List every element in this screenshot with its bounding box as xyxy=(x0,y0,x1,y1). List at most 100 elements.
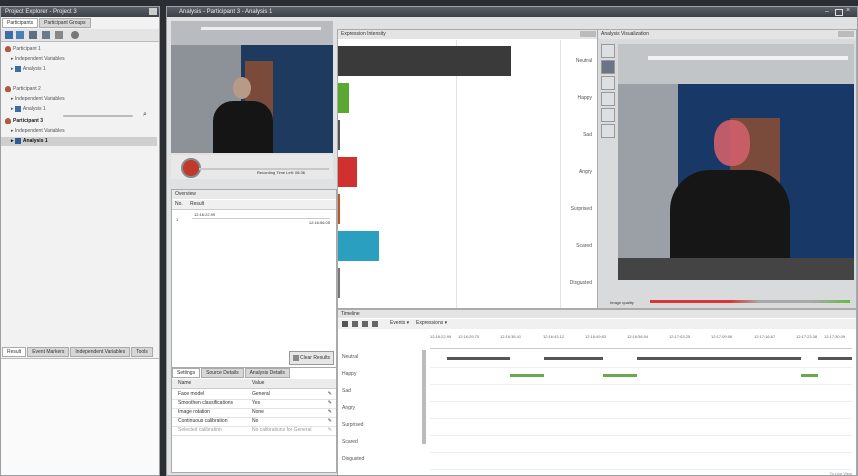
settings-icon[interactable] xyxy=(71,31,79,39)
tree-item-analysis-3[interactable]: ▸ Analysis 1 xyxy=(1,137,157,146)
table-row[interactable]: 1 12:16:22.99 12:16:56.05 xyxy=(172,212,336,230)
tree-item-variables-3[interactable]: ▸ Independent Variables xyxy=(1,127,157,136)
tab-tools[interactable]: Tools xyxy=(131,347,153,357)
timeline-row-label-angry: Angry xyxy=(342,405,356,411)
export-icon[interactable] xyxy=(42,31,50,39)
tree-item-variables-1[interactable]: ▸ Independent Variables xyxy=(1,55,157,64)
timeline-segment[interactable] xyxy=(446,357,511,360)
image-quality-label: Image quality xyxy=(610,300,634,305)
timeline-scrollbar[interactable] xyxy=(422,350,426,444)
clear-results-button[interactable]: Clear Results xyxy=(288,351,334,365)
expression-label-sad: Sad xyxy=(583,132,592,138)
expressions-menu[interactable]: Expressions ▾ xyxy=(416,320,447,326)
ceiling-light xyxy=(648,56,848,60)
explorer-tabs: Participants Participant Groups xyxy=(2,18,92,28)
visualization-video xyxy=(618,44,854,280)
ceiling-light xyxy=(201,27,321,30)
timeline-track[interactable] xyxy=(430,367,852,385)
tree-item-variables-2[interactable]: ▸ Independent Variables xyxy=(1,95,157,104)
timeline-track[interactable] xyxy=(430,418,852,436)
clear-icon xyxy=(292,354,299,361)
timeline-rows: Neutral Happy Sad Angry Surprised Scared Disgu… xyxy=(338,350,852,472)
timeline-toolbar: Events ▾ Expressions ▾ xyxy=(338,319,856,329)
timeline-track[interactable] xyxy=(430,384,852,402)
tree-item-participant-1[interactable]: Participant 1 xyxy=(1,45,159,54)
timeline-segment[interactable] xyxy=(510,374,544,377)
expression-label-neutral: Neutral xyxy=(575,58,592,64)
recording-progress xyxy=(199,168,329,170)
edit-pencil-icon[interactable]: ✎ xyxy=(328,426,332,435)
tab-event-markers[interactable]: Event Markers xyxy=(27,347,70,357)
timeline-tick: 12:16:56.54 xyxy=(627,334,649,339)
timeline-track[interactable] xyxy=(430,435,852,453)
image-quality-bar xyxy=(650,300,850,303)
edit-pencil-icon[interactable]: ✎ xyxy=(328,399,332,408)
tab-settings[interactable]: Settings xyxy=(172,368,201,378)
timeline-track[interactable] xyxy=(430,452,852,470)
edit-pencil-icon[interactable]: ✎ xyxy=(328,390,332,399)
edit-pencil-icon[interactable]: ✎ xyxy=(328,408,332,417)
delete-icon[interactable] xyxy=(55,31,63,39)
expression-label-scared: Scared xyxy=(576,243,592,249)
panel-controls-icon[interactable] xyxy=(838,31,854,37)
timeline-track[interactable] xyxy=(430,401,852,419)
timeline-tick: 12:17:16.67 xyxy=(754,334,776,339)
expression-label-surprised: Surprised xyxy=(570,206,592,212)
options-tool-icon[interactable] xyxy=(601,124,615,138)
zoom-in-icon[interactable] xyxy=(352,321,358,327)
row-result: 12:16:22.99 xyxy=(194,212,216,217)
timeline-segment[interactable] xyxy=(603,374,637,377)
save-icon[interactable] xyxy=(342,321,348,327)
expression-bar-happy xyxy=(338,83,349,113)
face-mesh xyxy=(714,120,750,166)
record-button[interactable] xyxy=(181,158,201,178)
add-participant-icon[interactable] xyxy=(5,31,13,39)
tab-participants[interactable]: Participants xyxy=(2,18,39,28)
expression-label-happy: Happy xyxy=(577,95,592,101)
tab-result[interactable]: Result xyxy=(2,347,27,357)
expression-label-disgusted: Disgusted xyxy=(569,280,592,286)
col-result: Result xyxy=(190,201,205,207)
recording-bar: Recording Time Left: 08:36 xyxy=(171,155,333,179)
edit-pencil-icon[interactable]: ✎ xyxy=(328,417,332,426)
zoom-tool-icon[interactable] xyxy=(601,92,615,106)
events-menu[interactable]: Events ▾ xyxy=(390,320,409,326)
panel-controls-icon[interactable] xyxy=(580,31,596,37)
timeline-segment[interactable] xyxy=(636,357,802,360)
tab-analysis-details[interactable]: Analysis Details xyxy=(244,368,290,378)
visualization-title: Analysis Visualization xyxy=(598,30,856,39)
room-ceiling xyxy=(618,44,854,84)
tab-source-details[interactable]: Source Details xyxy=(201,368,244,378)
layout-tool-icon[interactable] xyxy=(601,108,615,122)
window-maximize-icon[interactable] xyxy=(835,9,843,16)
timeline-segment[interactable] xyxy=(801,374,819,377)
window-close-icon[interactable]: × xyxy=(846,7,854,15)
zoom-out-icon[interactable] xyxy=(362,321,368,327)
window-minimize-icon[interactable]: – xyxy=(825,8,833,15)
timeline-row-label-surprised: Surprised xyxy=(342,422,364,428)
expression-bar-neutral xyxy=(338,46,511,76)
overview-header: No. Result xyxy=(172,200,336,210)
timeline-title: Timeline xyxy=(338,310,856,318)
tree-item-analysis-2[interactable]: ▸ Analysis 1 xyxy=(1,105,157,114)
expression-label-angry: Angry xyxy=(578,169,592,175)
tree-item-analysis-1[interactable]: ▸ Analysis 1 xyxy=(1,65,157,74)
setting-selected-calibration[interactable]: Selected calibration No calibrations for… xyxy=(172,426,336,436)
tree-item-participant-2[interactable]: Participant 2 xyxy=(1,85,159,94)
person-head xyxy=(233,77,251,99)
import-icon[interactable] xyxy=(29,31,37,39)
face-grid-tool-icon[interactable] xyxy=(601,44,615,58)
image-tool-icon[interactable] xyxy=(601,76,615,90)
minimize-panel-icon[interactable] xyxy=(149,8,157,15)
bars-tool-icon[interactable] xyxy=(601,60,615,74)
bottom-pane xyxy=(1,358,159,475)
add-analysis-icon[interactable] xyxy=(16,31,24,39)
timeline-segment[interactable] xyxy=(818,357,852,360)
tab-participant-groups[interactable]: Participant Groups xyxy=(39,18,91,28)
timeline-segment[interactable] xyxy=(543,357,604,360)
person-body xyxy=(213,101,273,153)
expression-bar-angry xyxy=(338,157,357,187)
tree-item-participant-3[interactable]: Participant 3 xyxy=(1,117,159,126)
fit-icon[interactable] xyxy=(372,321,378,327)
tab-independent-variables[interactable]: Independent Variables xyxy=(70,347,131,357)
